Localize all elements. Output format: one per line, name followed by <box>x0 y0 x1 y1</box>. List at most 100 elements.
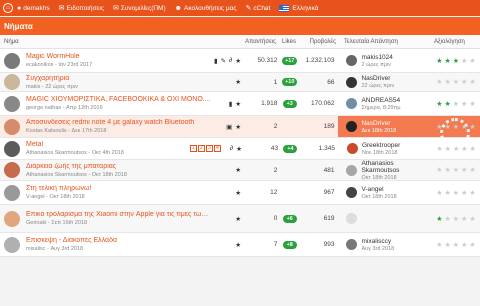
author-avatar[interactable] <box>4 140 20 157</box>
rating-star-icon[interactable]: ★ <box>453 78 459 86</box>
rating-star-icon[interactable]: ★ <box>469 166 475 174</box>
rating-star-icon[interactable]: ★ <box>453 241 459 249</box>
author-avatar[interactable] <box>4 74 20 90</box>
table-row[interactable]: Επισκεψη - Διακοπές Ελλάδα mixalisc - Αυ… <box>0 233 480 257</box>
rating-star-icon[interactable]: ★ <box>469 215 475 223</box>
rating-star-icon[interactable]: ★ <box>453 189 459 197</box>
last-reply-avatar[interactable] <box>346 164 358 176</box>
last-reply-user[interactable]: makis1024 <box>361 54 392 61</box>
rating-star-icon[interactable]: ★ <box>445 145 451 153</box>
rating-star-icon[interactable]: ★ <box>436 78 442 86</box>
rating-star-icon[interactable]: ★ <box>436 145 442 153</box>
thread-title-link[interactable]: Επικο τρολαρισμα της Xiaomi στην Apple γ… <box>26 211 211 218</box>
thread-title-link[interactable]: MAGIC ΧΙΟΥΜΟΡΙΣΤΙΚΑ, FACEBOOKIKA & OXI M… <box>26 96 211 103</box>
rating-star-icon[interactable]: ★ <box>453 145 459 153</box>
rating-stars[interactable]: ★ ★ ★ ★ ★ <box>430 123 480 131</box>
last-reply-user[interactable]: Greektrooper <box>362 142 400 149</box>
rating-star-icon[interactable]: ★ <box>461 57 467 65</box>
author-avatar[interactable] <box>4 210 20 227</box>
rating-star-icon[interactable]: ★ <box>461 241 467 249</box>
bookmark-icon[interactable]: ▮ <box>229 100 233 108</box>
rating-star-icon[interactable]: ★ <box>436 215 442 223</box>
pin-icon[interactable]: ✎ <box>221 57 226 65</box>
star-icon[interactable]: ★ <box>235 166 241 174</box>
nav-conversations[interactable]: ✉ Συνομιλίες(ΠΜ) <box>113 4 166 13</box>
page-link[interactable]: 1 <box>189 144 197 152</box>
rating-star-icon[interactable]: ★ <box>445 215 451 223</box>
page-link[interactable]: 4 <box>213 144 221 152</box>
rating-star-icon[interactable]: ★ <box>461 215 467 223</box>
table-row[interactable]: Αποσυνδεσεις redmi note 4 με galaxy watc… <box>0 116 480 148</box>
thread-title-link[interactable]: Διάρκεια ζωής της μπαταρίας <box>26 163 211 170</box>
rating-stars[interactable]: ★ ★ ★ ★ ★ <box>430 145 480 153</box>
last-reply-user[interactable]: Athanasios Skarmoutsos <box>361 160 430 174</box>
star-icon[interactable]: ★ <box>235 57 241 65</box>
rating-stars[interactable]: ★ ★ ★ ★ ★ <box>430 100 480 108</box>
rating-stars[interactable]: ★ ★ ★ ★ ★ <box>430 215 480 223</box>
header-likes[interactable]: Likes <box>276 39 302 45</box>
bookmark-icon[interactable]: ▮ <box>214 57 218 65</box>
rating-star-icon[interactable]: ★ <box>445 123 451 131</box>
rating-star-icon[interactable]: ★ <box>469 189 475 197</box>
header-rating[interactable]: Αξιολόγηση <box>428 39 480 45</box>
rating-star-icon[interactable]: ★ <box>436 57 442 65</box>
rating-star-icon[interactable]: ★ <box>461 166 467 174</box>
rating-star-icon[interactable]: ★ <box>445 241 451 249</box>
rating-star-icon[interactable]: ★ <box>469 57 475 65</box>
rating-star-icon[interactable]: ★ <box>461 78 467 86</box>
table-row[interactable]: Διάρκεια ζωής της μπαταρίας Athanasios S… <box>0 160 480 181</box>
page-link[interactable]: 2 <box>197 144 205 152</box>
paperclip-icon[interactable]: ∂ <box>230 145 233 153</box>
rating-stars[interactable]: ★ ★ ★ ★ ★ <box>430 241 480 249</box>
language-selector[interactable]: Ελληνικά <box>279 4 318 12</box>
nav-cchat[interactable]: ✎ cChat <box>246 4 271 13</box>
rating-star-icon[interactable]: ★ <box>453 166 459 174</box>
table-row[interactable]: Magic WormHole ecakonikos - Ιαν 23rd 201… <box>0 49 480 73</box>
rating-star-icon[interactable]: ★ <box>461 100 467 108</box>
star-icon[interactable]: ★ <box>235 215 241 223</box>
author-avatar[interactable] <box>4 95 20 112</box>
rating-star-icon[interactable]: ★ <box>453 100 459 108</box>
user-menu[interactable]: ● demakhs <box>17 5 50 12</box>
thread-title-link[interactable]: Magic WormHole <box>26 53 211 60</box>
table-row[interactable]: Συγχαρητήρια makis - 22 ώρες πριν ★ 1 +10 6… <box>0 73 480 92</box>
star-icon[interactable]: ★ <box>235 123 241 131</box>
rating-star-icon[interactable]: ★ <box>470 145 476 153</box>
star-icon[interactable]: ★ <box>235 100 241 108</box>
lock-icon[interactable]: ▣ <box>226 123 232 131</box>
table-row[interactable]: Metal Athanasios Skarmoutsos - Οκτ 4th 2… <box>0 138 480 160</box>
rating-star-icon[interactable]: ★ <box>436 100 442 108</box>
rating-star-icon[interactable]: ★ <box>436 166 442 174</box>
rating-star-icon[interactable]: ★ <box>453 57 459 65</box>
rating-star-icon[interactable]: ★ <box>445 78 451 86</box>
rating-star-icon[interactable]: ★ <box>453 123 459 131</box>
last-reply-user[interactable]: mixalisccy <box>361 238 394 245</box>
last-reply-avatar[interactable] <box>346 187 358 198</box>
author-avatar[interactable] <box>4 236 20 253</box>
author-avatar[interactable] <box>4 52 20 69</box>
author-avatar[interactable] <box>4 184 20 201</box>
thread-title-link[interactable]: Συγχαρητήρια <box>26 75 211 82</box>
star-icon[interactable]: ★ <box>235 189 241 197</box>
paperclip-icon[interactable]: ∂ <box>229 57 232 65</box>
table-row[interactable]: Επικο τρολαρισμα της Xiaomi στην Apple γ… <box>0 205 480 233</box>
thread-title-link[interactable]: Στη τελική πληρώνω! <box>26 185 211 192</box>
table-row[interactable]: Στη τελική πληρώνω! V-angel - Οκτ 18th 2… <box>0 181 480 205</box>
thread-title-link[interactable]: Επισκεψη - Διακοπές Ελλάδα <box>26 237 211 244</box>
last-reply-avatar[interactable] <box>346 143 358 154</box>
rating-star-icon[interactable]: ★ <box>445 166 451 174</box>
header-views[interactable]: Προβολές <box>302 39 336 45</box>
rating-star-icon[interactable]: ★ <box>469 241 475 249</box>
rating-star-icon[interactable]: ★ <box>445 57 451 65</box>
table-row[interactable]: MAGIC ΧΙΟΥΜΟΡΙΣΤΙΚΑ, FACEBOOKIKA & OXI M… <box>0 92 480 116</box>
star-icon[interactable]: ★ <box>236 145 242 153</box>
header-topic[interactable]: Νήμα <box>0 39 240 45</box>
rating-star-icon[interactable]: ★ <box>461 189 467 197</box>
rating-stars[interactable]: ★ ★ ★ ★ ★ <box>430 57 480 65</box>
header-replies[interactable]: Απαντήσεις <box>240 39 276 45</box>
rating-star-icon[interactable]: ★ <box>445 189 451 197</box>
last-reply-user[interactable]: ANDREAS54 <box>361 97 400 104</box>
rating-stars[interactable]: ★ ★ ★ ★ ★ <box>430 78 480 86</box>
rating-star-icon[interactable]: ★ <box>453 215 459 223</box>
last-reply-avatar[interactable] <box>346 239 358 250</box>
